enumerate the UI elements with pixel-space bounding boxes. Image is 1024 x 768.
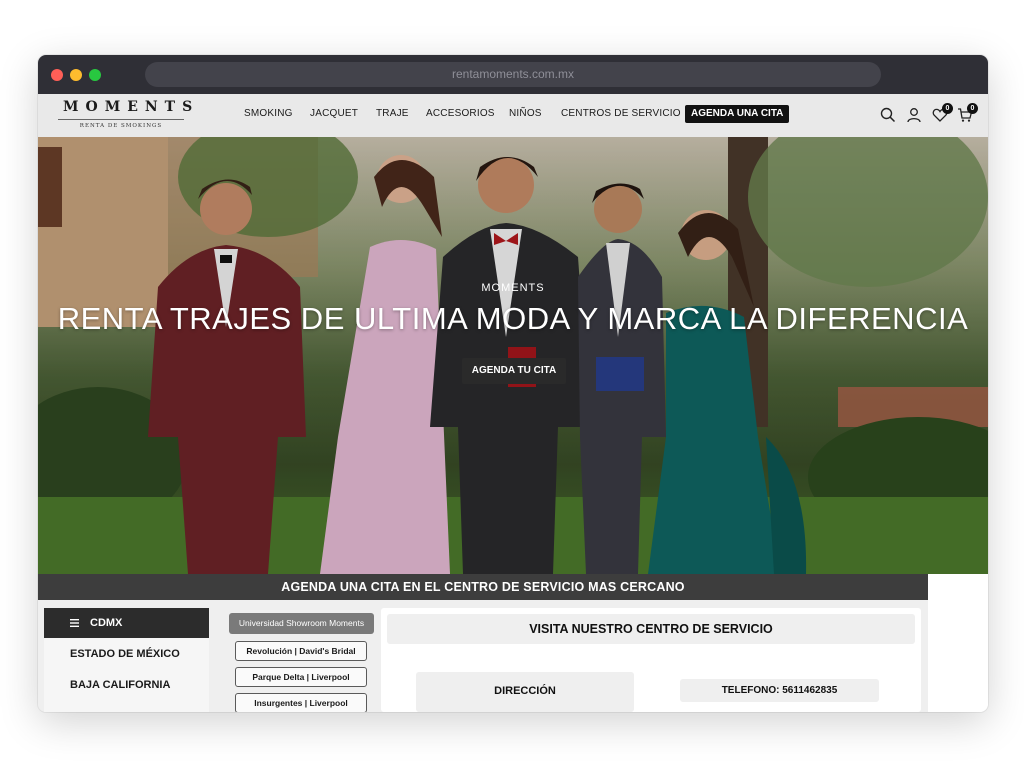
- nav-centros-de-servicio[interactable]: CENTROS DE SERVICIO: [561, 108, 681, 119]
- address-bar[interactable]: rentamoments.com.mx: [145, 62, 881, 87]
- browser-chrome: rentamoments.com.mx: [38, 55, 988, 94]
- nav-jacquet[interactable]: JACQUET: [310, 108, 358, 119]
- service-center-panel: VISITA NUESTRO CENTRO DE SERVICIO DIRECC…: [381, 608, 921, 712]
- hero-kicker: MOMENTS: [481, 282, 545, 294]
- state-item-estado-de-mexico[interactable]: ESTADO DE MÉXICO: [70, 648, 180, 660]
- menu-icon: [70, 619, 79, 627]
- service-center-section: CDMX ESTADO DE MÉXICO BAJA CALIFORNIA Un…: [38, 600, 928, 712]
- branch-revolucion[interactable]: Revolución | David's Bridal: [235, 641, 367, 661]
- hero-title: RENTA TRAJES DE ULTIMA MODA Y MARCA LA D…: [57, 301, 969, 336]
- heart-icon[interactable]: 0: [932, 103, 953, 123]
- branch-universidad[interactable]: Universidad Showroom Moments: [229, 613, 374, 634]
- nav-smoking[interactable]: SMOKING: [244, 108, 293, 119]
- search-icon[interactable]: [880, 107, 896, 123]
- wishlist-count-badge: 0: [942, 103, 953, 114]
- right-spacer: [928, 574, 988, 712]
- branch-insurgentes[interactable]: Insurgentes | Liverpool: [235, 693, 367, 712]
- state-list: CDMX ESTADO DE MÉXICO BAJA CALIFORNIA: [44, 608, 209, 712]
- state-item-baja-california[interactable]: BAJA CALIFORNIA: [70, 679, 170, 691]
- address-label: DIRECCIÓN: [416, 672, 634, 712]
- site-header: MOMENTS RENTA DE SMOKINGS SMOKING JACQUE…: [38, 94, 988, 137]
- nav-agenda-cita-button[interactable]: AGENDA UNA CITA: [685, 105, 790, 123]
- minimize-window-button[interactable]: [70, 69, 82, 81]
- cart-icon[interactable]: 0: [957, 103, 978, 123]
- nav-ninos[interactable]: NIÑOS: [509, 108, 542, 119]
- phone-label[interactable]: TELEFONO: 5611462835: [680, 679, 879, 702]
- hero-photo: [38, 137, 988, 574]
- maximize-window-button[interactable]: [89, 69, 101, 81]
- appointment-bar-title: AGENDA UNA CITA EN EL CENTRO DE SERVICIO…: [38, 574, 928, 600]
- logo-wordmark: MOMENTS: [63, 99, 200, 115]
- hero-agenda-button[interactable]: AGENDA TU CITA: [462, 358, 566, 384]
- user-icon[interactable]: [906, 107, 922, 123]
- nav-traje[interactable]: TRAJE: [376, 108, 409, 119]
- panel-title: VISITA NUESTRO CENTRO DE SERVICIO: [387, 614, 915, 644]
- close-window-button[interactable]: [51, 69, 63, 81]
- nav-accesorios[interactable]: ACCESORIOS: [426, 108, 495, 119]
- hero-banner: MOMENTS RENTA TRAJES DE ULTIMA MODA Y MA…: [38, 137, 988, 574]
- branch-parque-delta[interactable]: Parque Delta | Liverpool: [235, 667, 367, 687]
- cart-count-badge: 0: [967, 103, 978, 114]
- logo-subtitle: RENTA DE SMOKINGS: [79, 123, 163, 129]
- browser-window: rentamoments.com.mx MOMENTS RENTA DE SMO…: [38, 55, 988, 712]
- site-logo[interactable]: MOMENTS RENTA DE SMOKINGS: [56, 99, 200, 133]
- state-item-label: CDMX: [90, 617, 123, 629]
- state-item-cdmx[interactable]: CDMX: [44, 608, 209, 638]
- branch-list: Universidad Showroom Moments Revolución …: [227, 608, 375, 712]
- logo-divider: [58, 119, 184, 120]
